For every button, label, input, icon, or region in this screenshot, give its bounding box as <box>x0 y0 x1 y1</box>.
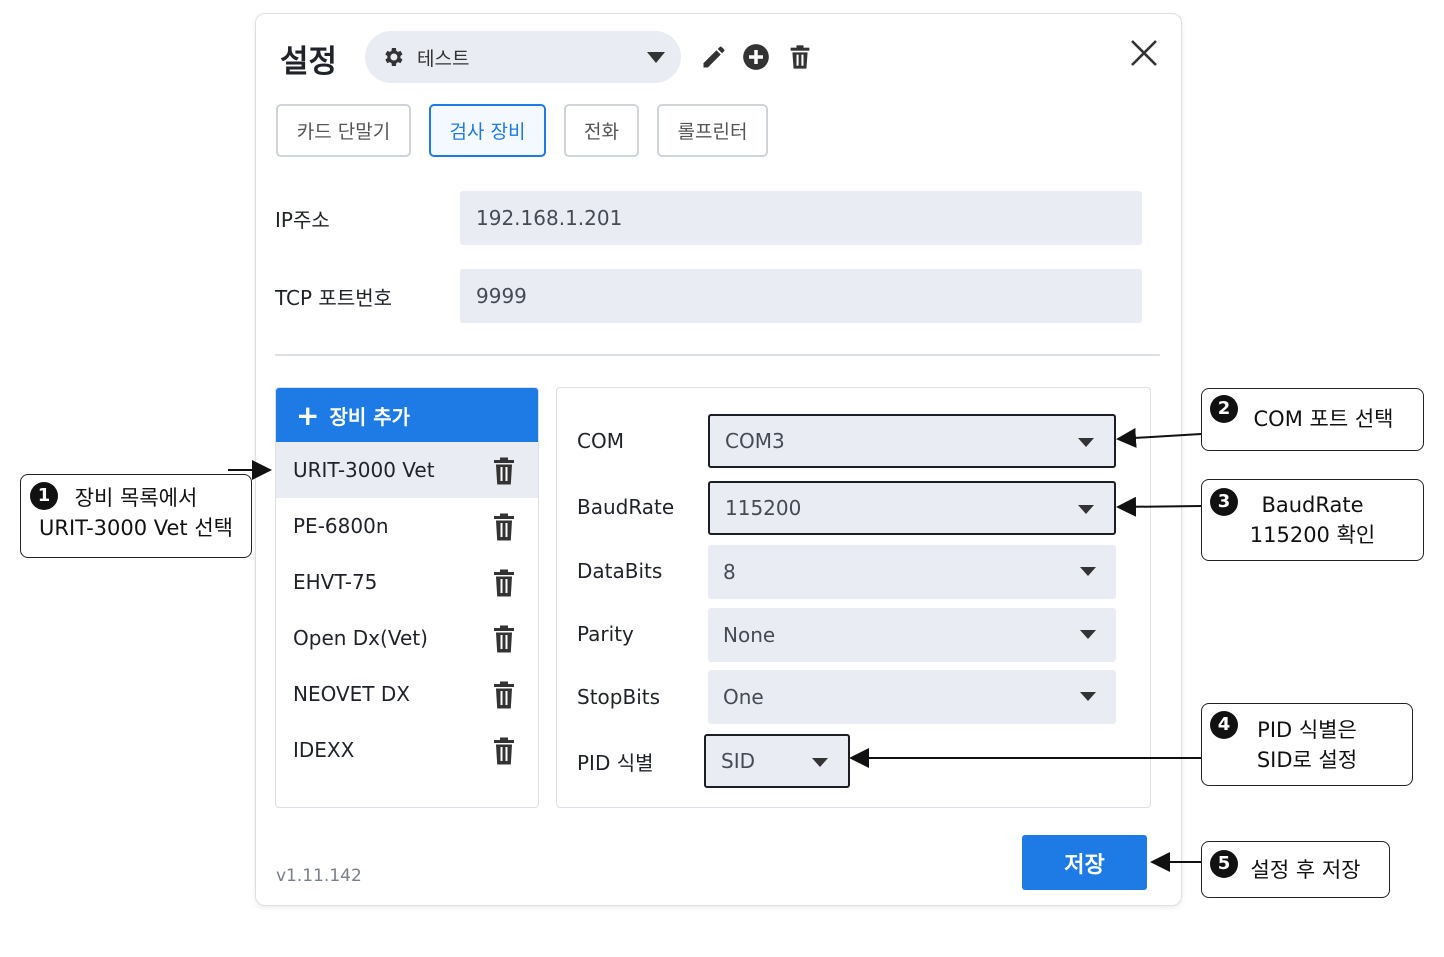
callout-text: 115200 확인 <box>1249 523 1376 548</box>
callout-4: 4 PID 식별은 SID로 설정 <box>1201 703 1413 786</box>
callout-text: URIT-3000 Vet 선택 <box>39 516 233 541</box>
callout-text: COM 포트 선택 <box>1253 407 1394 431</box>
callout-text: SID로 설정 <box>1256 748 1358 773</box>
callout-1: 1 장비 목록에서 URIT-3000 Vet 선택 <box>20 474 252 558</box>
callout-5: 5 설정 후 저장 <box>1201 841 1390 898</box>
callout-text: 설정 후 저장 <box>1250 858 1361 882</box>
callout-number: 4 <box>1210 711 1238 739</box>
callout-number: 5 <box>1210 850 1238 878</box>
callout-3: 3 BaudRate 115200 확인 <box>1201 479 1424 561</box>
callout-number: 3 <box>1210 488 1238 516</box>
callout-number: 1 <box>30 482 58 510</box>
callout-number: 2 <box>1210 395 1238 423</box>
callout-2: 2 COM 포트 선택 <box>1201 388 1424 451</box>
